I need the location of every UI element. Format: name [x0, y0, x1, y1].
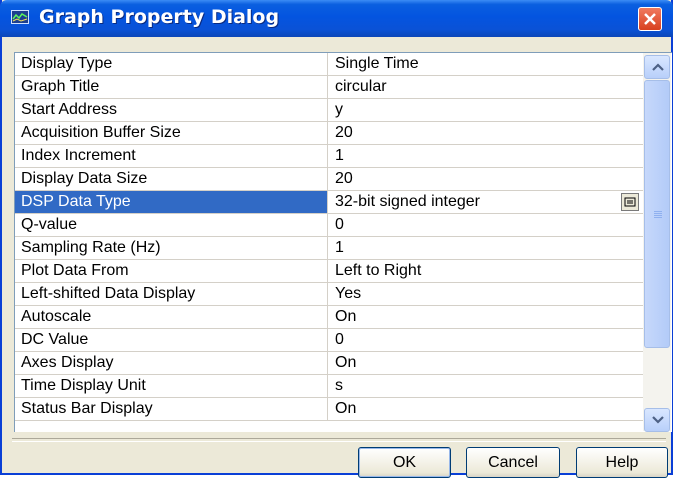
property-row[interactable]: Display Data Size 20: [15, 168, 643, 191]
property-value[interactable]: 1: [328, 145, 643, 167]
property-value[interactable]: 0: [328, 329, 643, 351]
property-name: DC Value: [15, 329, 328, 351]
dialog-title: Graph Property Dialog: [39, 6, 280, 28]
close-button[interactable]: [638, 7, 662, 31]
vertical-scrollbar[interactable]: [643, 53, 671, 432]
property-value[interactable]: 20: [328, 122, 643, 144]
property-row[interactable]: Graph Title circular: [15, 76, 643, 99]
grip-icon: [654, 211, 662, 218]
property-name: Plot Data From: [15, 260, 328, 282]
property-name: Index Increment: [15, 145, 328, 167]
property-value[interactable]: y: [328, 99, 643, 121]
property-row[interactable]: Plot Data From Left to Right: [15, 260, 643, 283]
divider: [12, 438, 666, 442]
property-name: Left-shifted Data Display: [15, 283, 328, 305]
property-value[interactable]: On: [328, 352, 643, 374]
property-name: DSP Data Type: [15, 191, 328, 213]
chevron-down-icon: [652, 416, 664, 424]
ok-button[interactable]: OK: [358, 447, 451, 478]
chevron-up-icon: [652, 63, 664, 71]
property-name: Start Address: [15, 99, 328, 121]
property-value[interactable]: 1: [328, 237, 643, 259]
graph-icon: [11, 10, 29, 24]
property-value[interactable]: 20: [328, 168, 643, 190]
property-grid: Display Type Single Time Graph Title circul…: [14, 52, 672, 432]
property-row[interactable]: Axes Display On: [15, 352, 643, 375]
scroll-up-button[interactable]: [644, 55, 670, 79]
property-name: Status Bar Display: [15, 398, 328, 420]
property-value[interactable]: Yes: [328, 283, 643, 305]
property-name: Time Display Unit: [15, 375, 328, 397]
property-value[interactable]: s: [328, 375, 643, 397]
property-row[interactable]: Left-shifted Data Display Yes: [15, 283, 643, 306]
close-icon: [644, 13, 656, 25]
property-row[interactable]: Autoscale On: [15, 306, 643, 329]
property-value[interactable]: 32-bit signed integer: [328, 191, 643, 213]
property-row[interactable]: Display Type Single Time: [15, 53, 643, 76]
title-bar[interactable]: Graph Property Dialog: [0, 0, 673, 37]
property-row[interactable]: Q-value 0: [15, 214, 643, 237]
property-row[interactable]: DC Value 0: [15, 329, 643, 352]
property-name: Sampling Rate (Hz): [15, 237, 328, 259]
property-row[interactable]: Sampling Rate (Hz) 1: [15, 237, 643, 260]
property-row[interactable]: Start Address y: [15, 99, 643, 122]
property-value[interactable]: circular: [328, 76, 643, 98]
property-name: Acquisition Buffer Size: [15, 122, 328, 144]
property-value[interactable]: Left to Right: [328, 260, 643, 282]
property-name: Display Data Size: [15, 168, 328, 190]
property-value[interactable]: On: [328, 306, 643, 328]
property-row[interactable]: Index Increment 1: [15, 145, 643, 168]
property-row[interactable]: Time Display Unit s: [15, 375, 643, 398]
property-row[interactable]: DSP Data Type 32-bit signed integer: [15, 191, 643, 214]
property-row[interactable]: Acquisition Buffer Size 20: [15, 122, 643, 145]
property-name: Q-value: [15, 214, 328, 236]
property-name: Autoscale: [15, 306, 328, 328]
cancel-button[interactable]: Cancel: [466, 447, 560, 478]
scroll-thumb[interactable]: [644, 80, 670, 348]
property-name: Display Type: [15, 53, 328, 75]
property-value[interactable]: 0: [328, 214, 643, 236]
property-value[interactable]: On: [328, 398, 643, 420]
scroll-down-button[interactable]: [644, 408, 670, 432]
property-value[interactable]: Single Time: [328, 53, 643, 75]
dropdown-button[interactable]: [621, 193, 639, 211]
dropdown-icon: [624, 197, 636, 207]
property-name: Axes Display: [15, 352, 328, 374]
graph-property-dialog: Graph Property Dialog Display Type Single…: [0, 0, 673, 478]
property-row[interactable]: Status Bar Display On: [15, 398, 643, 421]
property-name: Graph Title: [15, 76, 328, 98]
help-button[interactable]: Help: [576, 447, 668, 478]
